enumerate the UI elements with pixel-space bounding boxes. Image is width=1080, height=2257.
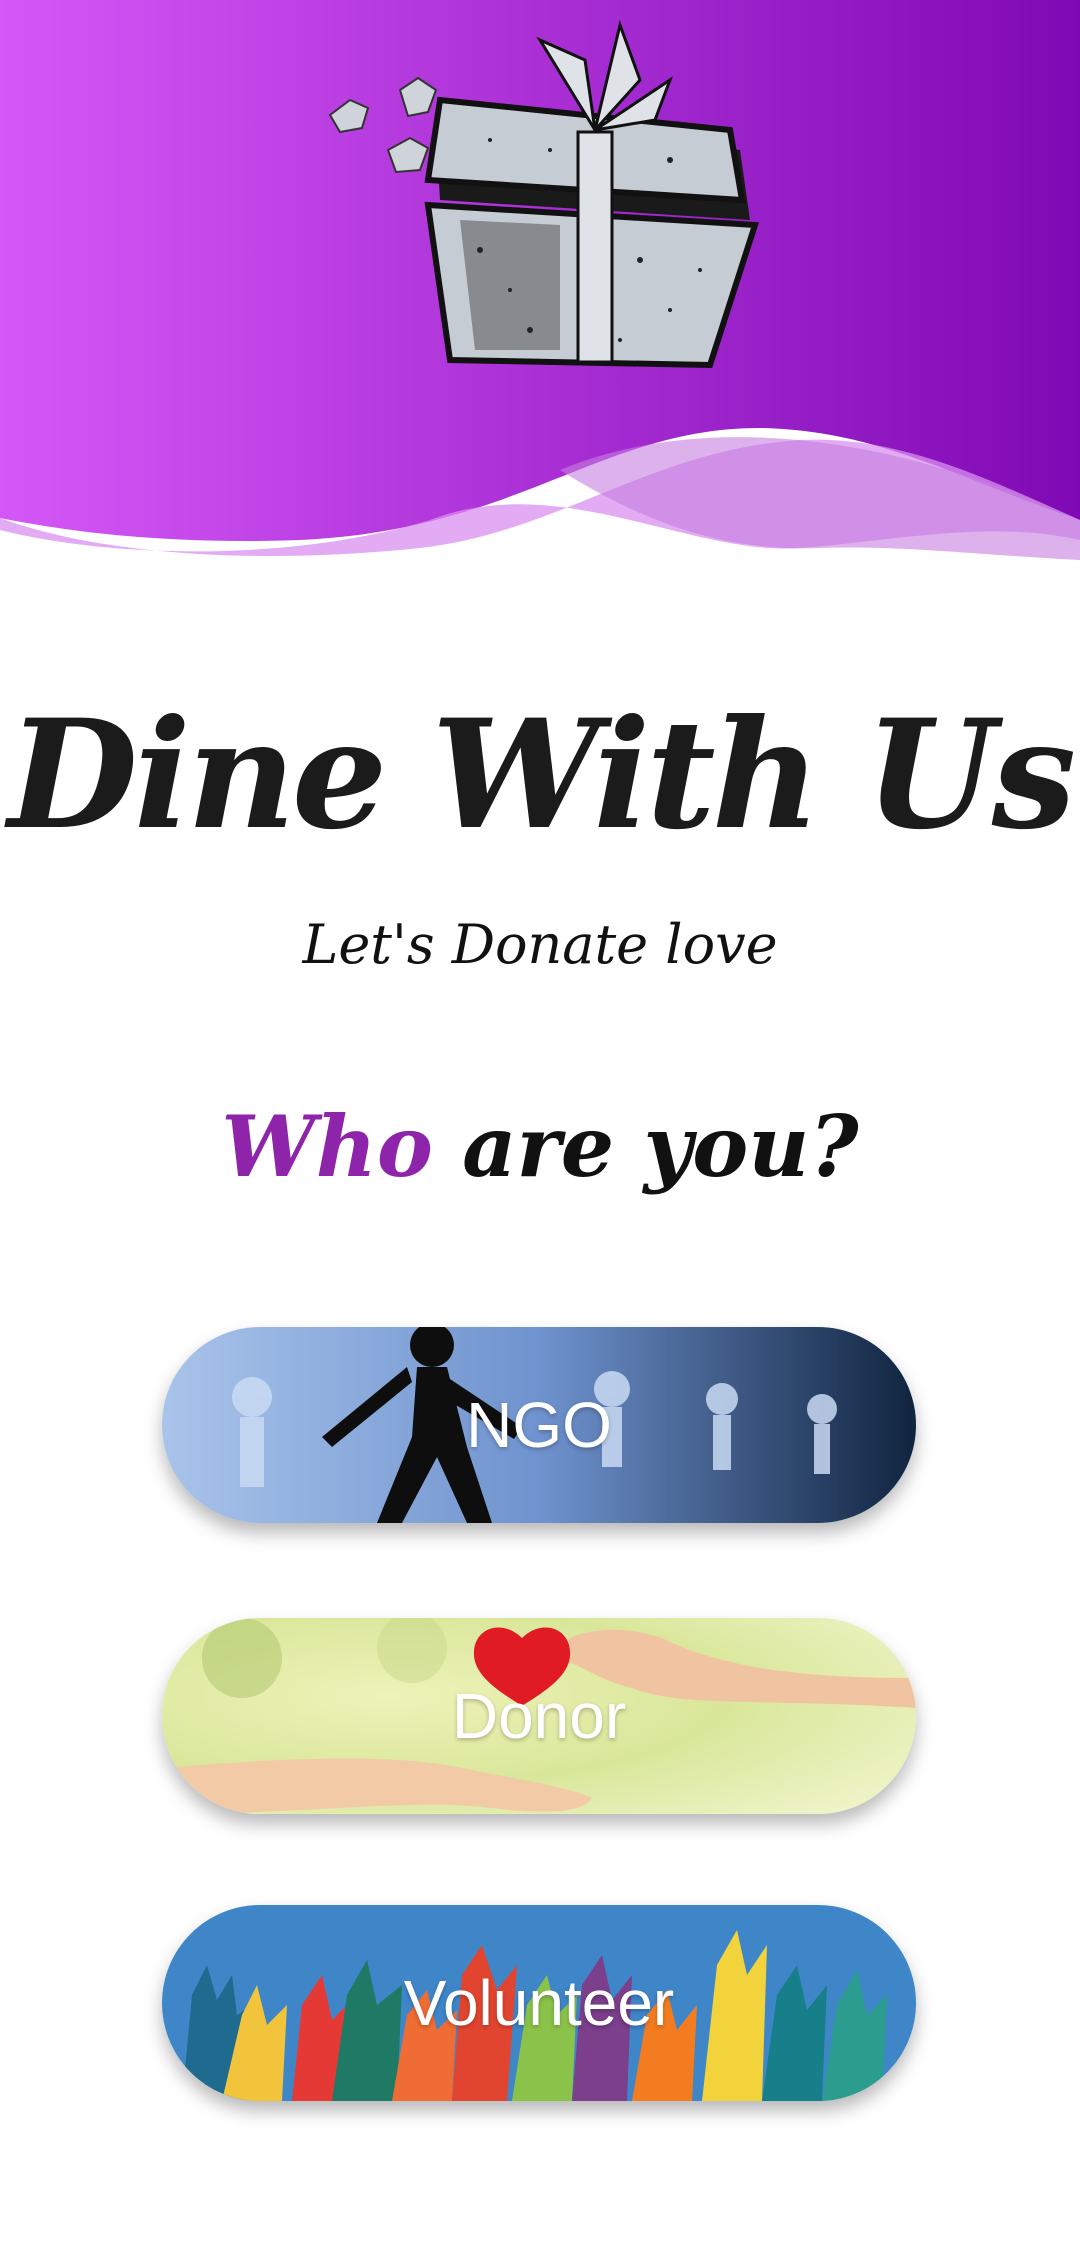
ngo-button-label: NGO bbox=[466, 1389, 612, 1461]
app-title: Dine With Us bbox=[7, 687, 1076, 863]
question-rest: are you? bbox=[432, 1097, 859, 1196]
role-question: Who are you? bbox=[0, 1105, 1080, 1189]
header-banner bbox=[0, 0, 1080, 600]
gift-box-icon bbox=[310, 20, 770, 380]
ngo-button[interactable]: NGO bbox=[162, 1327, 916, 1523]
question-accent-word: Who bbox=[221, 1097, 433, 1196]
volunteer-button-label: Volunteer bbox=[403, 1967, 675, 2039]
donor-button-label: Donor bbox=[451, 1680, 627, 1752]
volunteer-button[interactable]: Volunteer bbox=[162, 1905, 916, 2101]
donor-button[interactable]: Donor bbox=[162, 1618, 916, 1814]
app-tagline: Let's Donate love bbox=[302, 913, 778, 976]
